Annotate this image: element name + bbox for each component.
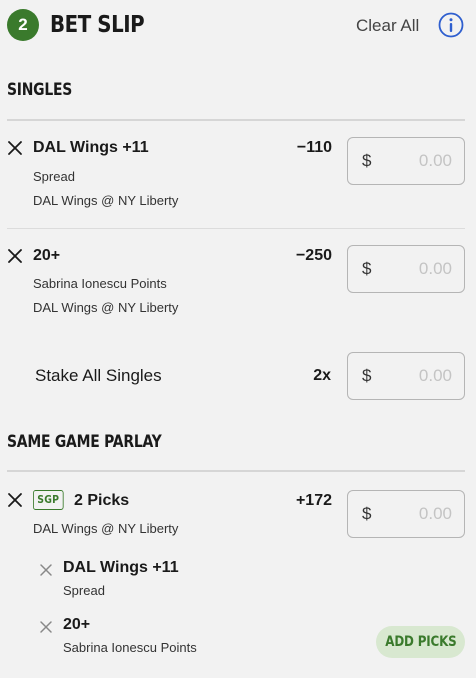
add-picks-button[interactable]: ADD PICKS: [376, 626, 465, 658]
bet-count-badge: 2: [7, 9, 39, 41]
stake-field[interactable]: $: [347, 245, 465, 293]
bet-matchup: DAL Wings @ NY Liberty: [33, 193, 179, 208]
bet-market: Spread: [33, 169, 75, 184]
clear-all-button[interactable]: Clear All: [356, 15, 419, 37]
sgp-divider: [7, 470, 465, 472]
page-title: BET SLIP: [50, 12, 145, 38]
parlay-title: 2 Picks: [74, 492, 130, 509]
remove-leg-close-icon[interactable]: [38, 562, 54, 578]
remove-parlay-close-icon[interactable]: [7, 492, 23, 508]
remove-bet-close-icon[interactable]: [7, 140, 23, 156]
bet-odds: −110: [296, 139, 332, 156]
currency-symbol: $: [362, 366, 372, 385]
currency-symbol: $: [362, 259, 372, 278]
parlay-stake-field[interactable]: $: [347, 490, 465, 538]
leg-selection-title: DAL Wings +11: [63, 559, 179, 576]
currency-symbol: $: [362, 504, 372, 523]
singles-divider: [7, 119, 465, 121]
remove-leg-close-icon[interactable]: [38, 619, 54, 635]
stake-all-input[interactable]: [371, 366, 452, 386]
bet-matchup: DAL Wings @ NY Liberty: [33, 300, 179, 315]
leg-selection-title: 20+: [63, 616, 91, 633]
currency-symbol: $: [362, 151, 372, 170]
parlay-matchup: DAL Wings @ NY Liberty: [33, 521, 179, 536]
parlay-odds: +172: [295, 492, 332, 509]
bet-odds: −250: [295, 247, 332, 264]
add-picks-label: ADD PICKS: [384, 634, 457, 650]
stake-all-singles-label: Stake All Singles: [35, 366, 162, 385]
leg-market: Sabrina Ionescu Points: [63, 640, 197, 655]
stake-field[interactable]: $: [347, 137, 465, 185]
sgp-badge: SGP: [33, 490, 64, 510]
singles-multiplier: 2x: [313, 367, 331, 384]
bet-selection-title: 20+: [33, 247, 61, 264]
parlay-stake-input[interactable]: [371, 504, 452, 524]
bet-selection-title: DAL Wings +11: [33, 139, 149, 156]
info-circle-icon[interactable]: [438, 12, 464, 38]
singles-heading: SINGLES: [7, 80, 73, 100]
stake-input[interactable]: [371, 259, 452, 279]
stake-input[interactable]: [371, 151, 452, 171]
bet-divider: [7, 228, 465, 229]
leg-market: Spread: [63, 583, 105, 598]
bet-market: Sabrina Ionescu Points: [33, 276, 167, 291]
sgp-heading: SAME GAME PARLAY: [7, 432, 162, 452]
stake-all-field[interactable]: $: [347, 352, 465, 400]
remove-bet-close-icon[interactable]: [7, 248, 23, 264]
